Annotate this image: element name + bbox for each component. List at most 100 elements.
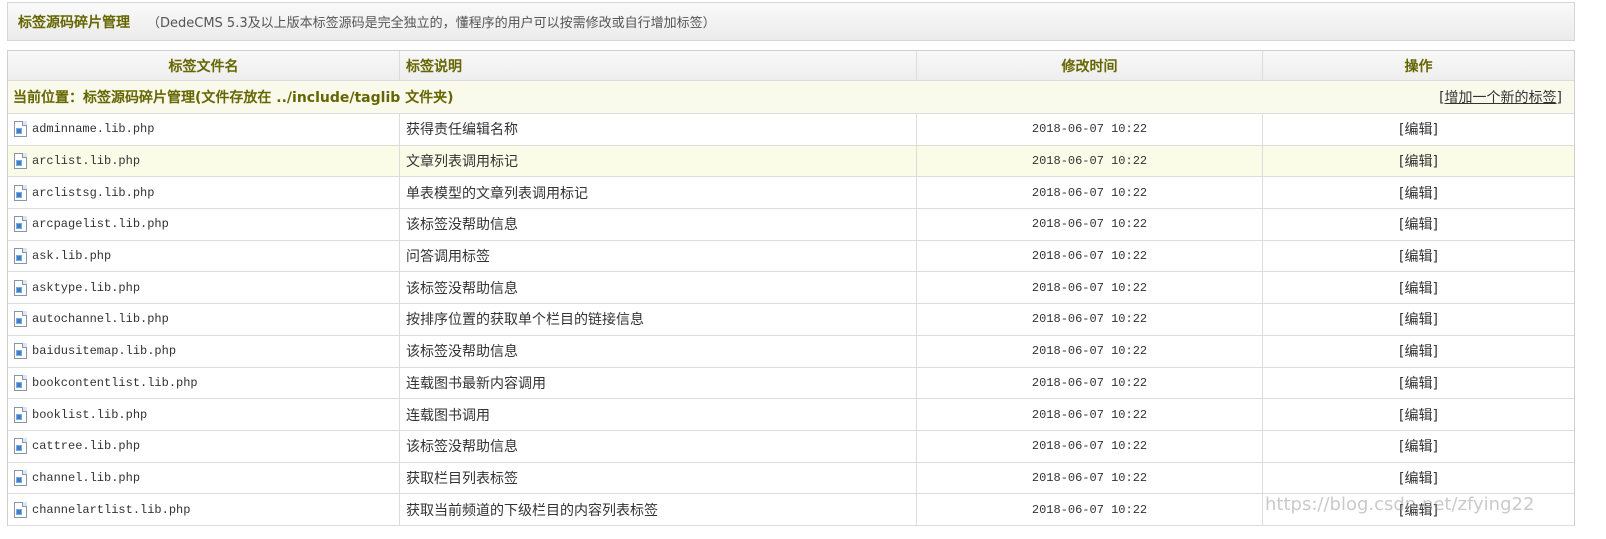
modified-time: 2018-06-07 10:22 [917,145,1263,177]
file-name: adminname.lib.php [32,122,155,137]
file-name: channelartlist.lib.php [32,502,191,517]
file-icon [14,279,27,296]
filename-cell: channel.lib.php [8,462,400,494]
modified-time: 2018-06-07 10:22 [917,304,1263,335]
table-row: channel.lib.php 获取栏目列表标签 2018-06-07 10:2… [8,462,1574,495]
file-name: arcpagelist.lib.php [32,217,169,232]
modified-time: 2018-06-07 10:22 [917,177,1263,209]
tag-description: 该标签没帮助信息 [400,335,917,367]
tag-description: 按排序位置的获取单个栏目的链接信息 [400,304,917,335]
table-row: ask.lib.php 问答调用标签 2018-06-07 10:22 [编辑] [8,240,1574,273]
table-row: booklist.lib.php 连载图书调用 2018-06-07 10:22… [8,399,1574,431]
edit-link[interactable]: [编辑] [1399,278,1438,298]
file-icon [14,406,27,423]
action-cell: [编辑] [1263,431,1574,462]
action-cell: [编辑] [1263,114,1574,145]
action-cell: [编辑] [1263,463,1574,494]
modified-time: 2018-06-07 10:22 [917,272,1263,304]
action-cell: [编辑] [1263,209,1574,240]
table-row: autochannel.lib.php 按排序位置的获取单个栏目的链接信息 20… [8,304,1574,336]
edit-link[interactable]: [编辑] [1399,436,1438,456]
file-icon [14,469,27,486]
add-tag-link-wrapper: [增加一个新的标签] [1439,87,1562,107]
table-row: adminname.lib.php 获得责任编辑名称 2018-06-07 10… [8,114,1574,146]
tag-description: 文章列表调用标记 [400,145,917,177]
action-cell: [编辑] [1263,304,1574,335]
column-header-description: 标签说明 [400,51,917,80]
file-name: baidusitemap.lib.php [32,344,177,359]
tag-description: 该标签没帮助信息 [400,272,917,304]
table-row: asktype.lib.php 该标签没帮助信息 2018-06-07 10:2… [8,272,1574,305]
edit-link[interactable]: [编辑] [1399,468,1438,488]
edit-link[interactable]: [编辑] [1399,500,1438,520]
file-name: asktype.lib.php [32,280,141,295]
table-row: arcpagelist.lib.php 该标签没帮助信息 2018-06-07 … [8,209,1574,241]
add-new-tag-link[interactable]: 增加一个新的标签 [1445,90,1557,106]
page-subtitle: （DedeCMS 5.3及以上版本标签源码是完全独立的，懂程序的用户可以按需修改… [147,16,716,31]
column-header-modified-time: 修改时间 [917,51,1263,80]
file-icon [14,184,27,201]
action-cell: [编辑] [1263,241,1574,272]
page-header-bar: 标签源码碎片管理 （DedeCMS 5.3及以上版本标签源码是完全独立的，懂程序… [7,2,1575,41]
action-cell: [编辑] [1263,399,1574,430]
edit-link[interactable]: [编辑] [1399,405,1438,425]
edit-link[interactable]: [编辑] [1399,341,1438,361]
action-cell: [编辑] [1263,146,1574,177]
filename-cell: ask.lib.php [8,240,400,272]
tag-description: 该标签没帮助信息 [400,209,917,240]
column-header-filename: 标签文件名 [8,51,400,80]
file-icon [14,153,27,170]
edit-link[interactable]: [编辑] [1399,214,1438,234]
modified-time: 2018-06-07 10:22 [917,430,1263,462]
action-cell: [编辑] [1263,177,1574,208]
action-cell: [编辑] [1263,368,1574,399]
file-icon [14,343,27,360]
edit-link[interactable]: [编辑] [1399,151,1438,171]
table-row: bookcontentlist.lib.php 连载图书最新内容调用 2018-… [8,367,1574,400]
filename-cell: adminname.lib.php [8,114,400,145]
filename-cell: baidusitemap.lib.php [8,335,400,367]
filename-cell: channelartlist.lib.php [8,494,400,525]
edit-link[interactable]: [编辑] [1399,373,1438,393]
filename-cell: arcpagelist.lib.php [8,209,400,240]
breadcrumb: 当前位置：标签源码碎片管理(文件存放在 ../include/taglib 文件… [13,90,454,106]
edit-link[interactable]: [编辑] [1399,246,1438,266]
tag-description: 连载图书调用 [400,399,917,430]
tag-description: 获取栏目列表标签 [400,462,917,494]
file-icon [14,438,27,455]
file-name: booklist.lib.php [32,407,148,422]
filename-cell: bookcontentlist.lib.php [8,367,400,399]
tag-description: 获取当前频道的下级栏目的内容列表标签 [400,494,917,525]
column-header-actions: 操作 [1404,58,1433,75]
file-icon [14,216,27,233]
tag-description: 该标签没帮助信息 [400,430,917,462]
modified-time: 2018-06-07 10:22 [917,240,1263,272]
edit-link[interactable]: [编辑] [1399,119,1438,139]
action-cell: [编辑] [1263,272,1574,303]
modified-time: 2018-06-07 10:22 [917,462,1263,494]
filename-cell: asktype.lib.php [8,272,400,304]
page-title: 标签源码碎片管理 [18,14,130,31]
filename-cell: arclist.lib.php [8,145,400,177]
modified-time: 2018-06-07 10:22 [917,367,1263,399]
tag-source-table: 标签文件名 标签说明 修改时间 操作 当前位置：标签源码碎片管理(文件存放在 .… [7,50,1575,526]
file-name: arclist.lib.php [32,154,141,169]
file-icon [14,121,27,138]
table-row: baidusitemap.lib.php 该标签没帮助信息 2018-06-07… [8,335,1574,368]
bracket-close: ] [1556,90,1562,106]
edit-link[interactable]: [编辑] [1399,183,1438,203]
table-row: arclistsg.lib.php 单表模型的文章列表调用标记 2018-06-… [8,177,1574,210]
file-name: ask.lib.php [32,249,112,264]
modified-time: 2018-06-07 10:22 [917,335,1263,367]
edit-link[interactable]: [编辑] [1399,309,1438,329]
file-icon [14,501,27,518]
file-name: cattree.lib.php [32,439,141,454]
tag-description: 获得责任编辑名称 [400,114,917,145]
filename-cell: arclistsg.lib.php [8,177,400,209]
filename-cell: autochannel.lib.php [8,304,400,335]
filename-cell: booklist.lib.php [8,399,400,430]
tag-description: 问答调用标签 [400,240,917,272]
modified-time: 2018-06-07 10:22 [917,114,1263,145]
action-cell: [编辑] [1263,336,1574,367]
location-row: 当前位置：标签源码碎片管理(文件存放在 ../include/taglib 文件… [8,81,1574,114]
